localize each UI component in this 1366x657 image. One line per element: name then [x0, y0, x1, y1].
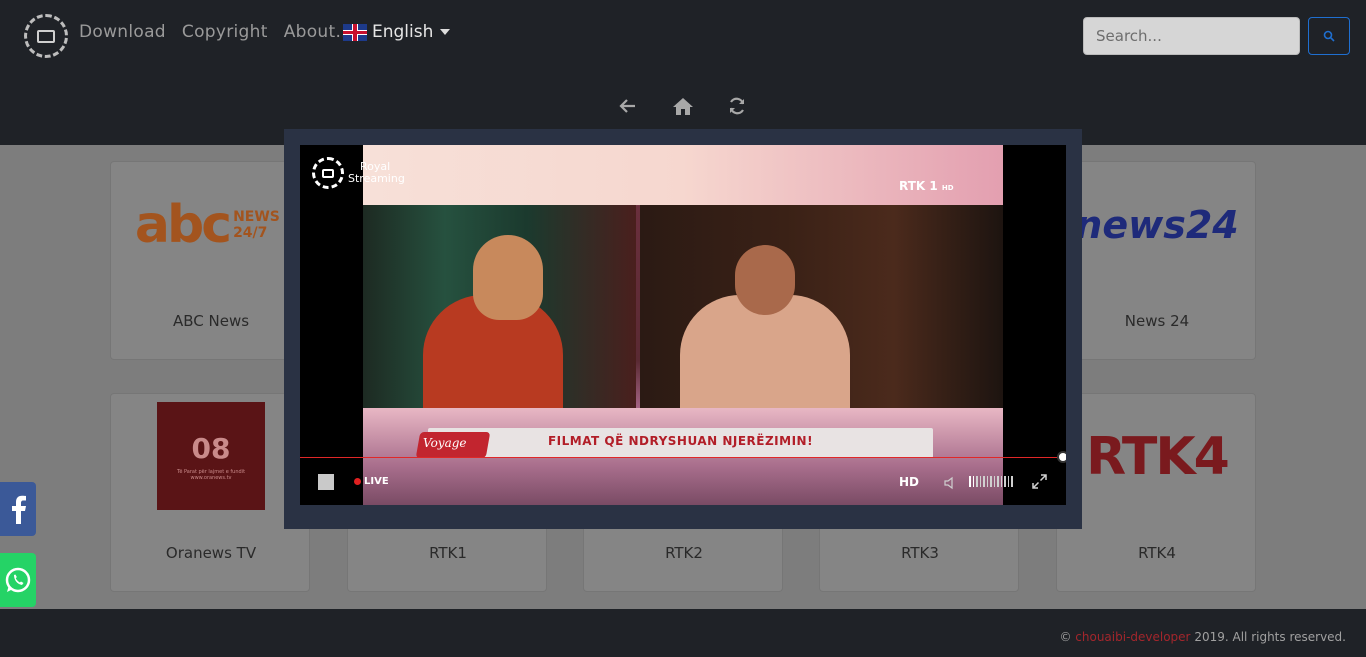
volume-bar	[990, 476, 992, 487]
arrow-left-icon	[619, 99, 635, 113]
channel-name: Oranews TV	[165, 544, 257, 562]
player-toolbar	[0, 92, 1366, 120]
channel-name: RTK3	[901, 544, 939, 562]
volume-bar	[993, 476, 995, 487]
language-label: English	[372, 22, 434, 42]
presenter-head	[473, 235, 543, 320]
channel-bug-hd: HD	[941, 184, 954, 192]
channel-name: RTK2	[665, 544, 703, 562]
fullscreen-button[interactable]	[1032, 474, 1047, 493]
site-logo[interactable]	[24, 14, 68, 58]
channel-card[interactable]: RTK4 RTK4	[1056, 393, 1256, 592]
whatsapp-icon	[5, 567, 31, 593]
copyright-notice: © chouaibi-developer 2019. All rights re…	[1059, 630, 1346, 644]
progress-handle[interactable]	[1057, 451, 1066, 463]
channel-name: RTK1	[429, 544, 467, 562]
footer: © chouaibi-developer 2019. All rights re…	[0, 609, 1366, 657]
channel-thumbnail-news24: news24	[1067, 170, 1247, 280]
film-figure-head	[735, 245, 795, 315]
volume-bar	[972, 476, 974, 487]
channel-card[interactable]: 08 Të Parat për lajmet e fundit www.oran…	[110, 393, 310, 592]
channel-card[interactable]: news24 News 24	[1056, 161, 1256, 360]
volume-bar	[1000, 476, 1002, 487]
scene-left-panel	[363, 205, 636, 408]
copyright-text: 2019. All rights reserved.	[1194, 630, 1346, 644]
progress-bar[interactable]	[300, 457, 1066, 458]
search-button[interactable]	[1308, 17, 1350, 55]
channel-thumbnail-oranews: 08 Të Parat për lajmet e fundit www.oran…	[157, 402, 265, 510]
volume-bar	[1004, 476, 1006, 487]
royal-streaming-watermark: Royal Streaming	[312, 157, 405, 189]
whatsapp-share-button[interactable]	[0, 553, 36, 607]
player-controls: LIVE HD	[300, 465, 1066, 505]
rtk4-logo: RTK4	[1086, 427, 1230, 487]
channel-card[interactable]: abc NEWS 24/7 ABC News	[110, 161, 310, 360]
home-button[interactable]	[669, 92, 697, 120]
back-button[interactable]	[614, 92, 642, 120]
channel-name: ABC News	[172, 312, 250, 330]
quality-button[interactable]: HD	[899, 475, 919, 489]
abc-news-logo-tag: NEWS 24/7	[233, 209, 280, 241]
scene-right-panel	[640, 205, 1003, 408]
video-frame[interactable]: RTK 1 HD Voyage FILMAT QË NDRYSHUAN NJER…	[363, 145, 1003, 505]
channel-name: RTK4	[1138, 544, 1176, 562]
broadcast-top-graphic	[363, 145, 1003, 205]
volume-slider[interactable]	[969, 476, 1013, 487]
language-dropdown[interactable]: English	[343, 22, 451, 42]
channel-name: News 24	[1124, 312, 1190, 330]
news24-logo: news24	[1075, 203, 1239, 247]
facebook-share-button[interactable]	[0, 482, 36, 536]
royal-streaming-logo-icon	[312, 157, 344, 189]
channel-bug: RTK 1 HD	[899, 179, 954, 193]
nav-link-download[interactable]: Download	[79, 22, 166, 42]
channel-thumbnail-rtk4: RTK4	[1067, 402, 1247, 512]
stop-button[interactable]	[318, 474, 334, 490]
oranews-url: www.oranews.tv	[190, 474, 232, 481]
developer-link[interactable]: chouaibi-developer	[1075, 630, 1190, 644]
volume-bar	[979, 476, 981, 487]
volume-bar	[986, 476, 988, 487]
nav-link-copyright[interactable]: Copyright	[182, 22, 268, 42]
refresh-button[interactable]	[723, 92, 751, 120]
live-label: LIVE	[364, 476, 389, 487]
home-icon	[673, 98, 693, 115]
copyright-symbol: ©	[1059, 630, 1072, 644]
search-input[interactable]	[1083, 17, 1300, 55]
search-icon	[1323, 30, 1335, 42]
volume-icon	[944, 476, 953, 490]
caret-down-icon	[440, 29, 451, 35]
live-dot-icon	[354, 478, 361, 485]
channel-bug-name: RTK 1	[899, 179, 938, 193]
live-indicator[interactable]: LIVE	[354, 476, 389, 487]
volume-bar	[983, 476, 985, 487]
watermark-line-2: Streaming	[348, 172, 405, 185]
ticker-headline: FILMAT QË NDRYSHUAN NJERËZIMIN!	[547, 434, 814, 448]
tv-icon	[37, 29, 55, 43]
channel-thumbnail-abc: abc NEWS 24/7	[121, 170, 301, 280]
nav-links: Download Copyright About...	[79, 22, 353, 42]
volume-button[interactable]	[943, 475, 957, 494]
player-modal: RTK 1 HD Voyage FILMAT QË NDRYSHUAN NJER…	[284, 129, 1082, 529]
volume-bar	[997, 476, 999, 487]
video-player[interactable]: RTK 1 HD Voyage FILMAT QË NDRYSHUAN NJER…	[300, 145, 1066, 505]
volume-bar	[976, 476, 978, 487]
uk-flag-icon	[343, 23, 367, 41]
top-navbar: Download Copyright About... English	[0, 0, 1366, 145]
volume-bar	[1007, 476, 1009, 487]
oranews-logo: 08	[191, 431, 231, 465]
volume-bar	[1011, 476, 1013, 487]
refresh-icon	[729, 97, 745, 115]
volume-bar	[969, 476, 971, 487]
facebook-icon	[12, 495, 26, 524]
abc-logo: abc	[134, 195, 232, 255]
fullscreen-icon	[1032, 474, 1047, 489]
